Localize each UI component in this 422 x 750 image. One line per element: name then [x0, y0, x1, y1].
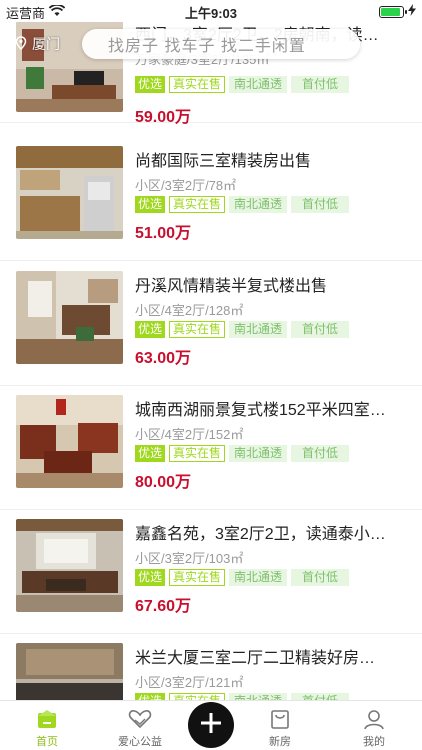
listing-tags: 优选 真实在售 南北通透 首付低 — [135, 445, 350, 462]
location-pin-icon — [14, 35, 28, 53]
listing-meta: 小区/3室2厅/103㎡ — [135, 551, 244, 566]
status-bar: 运营商 上午9:03 — [0, 0, 422, 22]
tag-north-south: 南北通透 — [229, 76, 288, 93]
tag-low-down-payment: 首付低 — [291, 321, 350, 338]
tag-real-sale: 真实在售 — [169, 569, 226, 586]
bag-icon — [238, 705, 322, 733]
tab-mine[interactable]: 我的 — [332, 705, 416, 749]
tag-real-sale: 真实在售 — [169, 321, 226, 338]
listing-item[interactable]: 城南西湖丽景复式楼152平米四室… 小区/4室2厅/152㎡ 优选 真实在售 南… — [0, 386, 422, 510]
listing-price: 63.00万 — [135, 350, 192, 367]
tab-mine-label: 我的 — [363, 736, 385, 748]
listing-title: 尚都国际三室精装房出售 — [135, 153, 312, 170]
tag-low-down-payment: 首付低 — [291, 445, 350, 462]
listing-price: 51.00万 — [135, 225, 192, 242]
tag-north-south: 南北通透 — [229, 321, 288, 338]
listing-price: 59.00万 — [135, 109, 192, 126]
listing-meta: 小区/3室2厅/121㎡ — [135, 675, 244, 690]
tag-preferred: 优选 — [135, 445, 166, 462]
battery-icon — [379, 5, 407, 18]
plus-icon — [200, 712, 222, 739]
listing-photo — [16, 395, 123, 488]
listing-item[interactable]: 丹溪风情精装半复式楼出售 小区/4室2厅/128㎡ 优选 真实在售 南北通透 首… — [0, 262, 422, 386]
status-time: 上午9:03 — [184, 6, 238, 21]
heart-hands-icon — [98, 705, 182, 733]
tag-preferred: 优选 — [135, 569, 166, 586]
tag-low-down-payment: 首付低 — [291, 196, 350, 213]
tag-real-sale: 真实在售 — [169, 196, 226, 213]
search-placeholder: 找房子 找车子 找二手闲置 — [108, 38, 306, 55]
home-icon — [5, 705, 89, 733]
tag-real-sale: 真实在售 — [169, 76, 226, 93]
listing-tags: 优选 真实在售 南北通透 首付低 — [135, 76, 350, 93]
tag-north-south: 南北通透 — [229, 569, 288, 586]
location-label: 厦门 — [32, 36, 60, 52]
tag-preferred: 优选 — [135, 321, 166, 338]
listing-tags: 优选 真实在售 南北通透 首付低 — [135, 196, 350, 213]
listing-title: 城南西湖丽景复式楼152平米四室… — [135, 402, 386, 419]
tag-low-down-payment: 首付低 — [291, 76, 350, 93]
tag-low-down-payment: 首付低 — [291, 569, 350, 586]
tag-preferred: 优选 — [135, 196, 166, 213]
user-icon — [332, 705, 416, 733]
listing-tags: 优选 真实在售 南北通透 首付低 — [135, 569, 350, 586]
listing-meta: 小区/4室2厅/152㎡ — [135, 427, 244, 442]
listing-price: 67.60万 — [135, 598, 192, 615]
listing-photo — [16, 271, 123, 364]
tab-new-house-label: 新房 — [269, 736, 291, 748]
tab-home-label: 首页 — [36, 736, 58, 748]
tag-north-south: 南北通透 — [229, 445, 288, 462]
listing-title: 米兰大厦三室二厅二卫精装好房… — [135, 650, 376, 667]
tab-charity-label: 爱心公益 — [118, 736, 162, 748]
tab-home[interactable]: 首页 — [5, 705, 89, 749]
tag-real-sale: 真实在售 — [169, 445, 226, 462]
listing-photo — [16, 146, 123, 239]
location-selector[interactable]: 厦门 — [14, 34, 60, 54]
publish-button[interactable] — [188, 702, 234, 748]
search-input[interactable]: 找房子 找车子 找二手闲置 — [82, 29, 360, 59]
tag-north-south: 南北通透 — [229, 196, 288, 213]
tab-new-house[interactable]: 新房 — [238, 705, 322, 749]
listing-title: 丹溪风情精装半复式楼出售 — [135, 278, 328, 295]
listing-price: 80.00万 — [135, 474, 192, 491]
listing-photo — [16, 519, 123, 612]
tag-preferred: 优选 — [135, 76, 166, 93]
charging-icon — [408, 4, 416, 19]
tab-charity[interactable]: 爱心公益 — [98, 705, 182, 749]
listing-meta: 小区/4室2厅/128㎡ — [135, 303, 244, 318]
listing-meta: 小区/3室2厅/78㎡ — [135, 178, 237, 193]
listing-item[interactable]: 嘉鑫名苑，3室2厅2卫，读通泰小… 小区/3室2厅/103㎡ 优选 真实在售 南… — [0, 510, 422, 634]
listing-tags: 优选 真实在售 南北通透 首付低 — [135, 321, 350, 338]
listing-title: 嘉鑫名苑，3室2厅2卫，读通泰小… — [135, 526, 386, 543]
listing-item[interactable]: 尚都国际三室精装房出售 小区/3室2厅/78㎡ 优选 真实在售 南北通透 首付低… — [0, 137, 422, 261]
